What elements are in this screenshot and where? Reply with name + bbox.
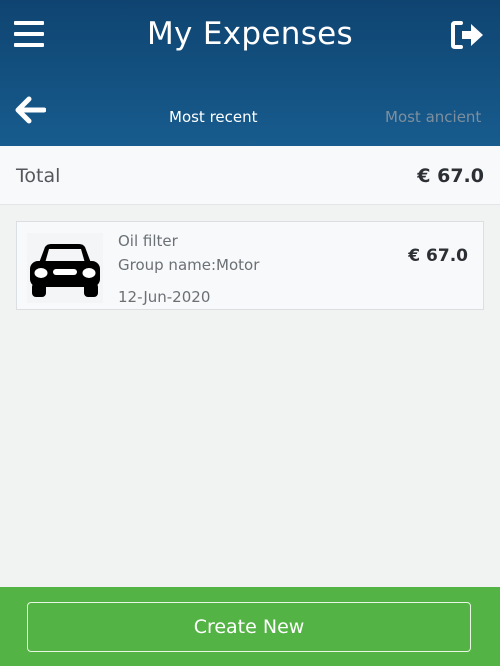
tab-most-recent[interactable]: Most recent — [169, 108, 258, 126]
total-label: Total — [16, 165, 61, 187]
total-value: € 67.0 — [417, 165, 484, 187]
page-title: My Expenses — [147, 16, 353, 52]
expense-list-item[interactable]: Oil filter Group name:Motor 12-Jun-2020 … — [16, 221, 484, 310]
sign-out-icon[interactable] — [451, 20, 485, 50]
app-header: My Expenses Most recent Most ancient — [0, 0, 500, 146]
car-icon — [27, 233, 103, 303]
expense-amount: € 67.0 — [408, 246, 468, 266]
expense-name: Oil filter — [118, 232, 178, 250]
expense-group: Group name:Motor — [118, 256, 260, 274]
create-new-button[interactable]: Create New — [27, 602, 471, 652]
arrow-left-icon[interactable] — [14, 95, 46, 125]
footer-bar: Create New — [0, 587, 500, 666]
expense-date: 12-Jun-2020 — [118, 288, 211, 306]
total-summary: Total € 67.0 — [0, 146, 500, 205]
tab-most-ancient[interactable]: Most ancient — [385, 108, 481, 126]
